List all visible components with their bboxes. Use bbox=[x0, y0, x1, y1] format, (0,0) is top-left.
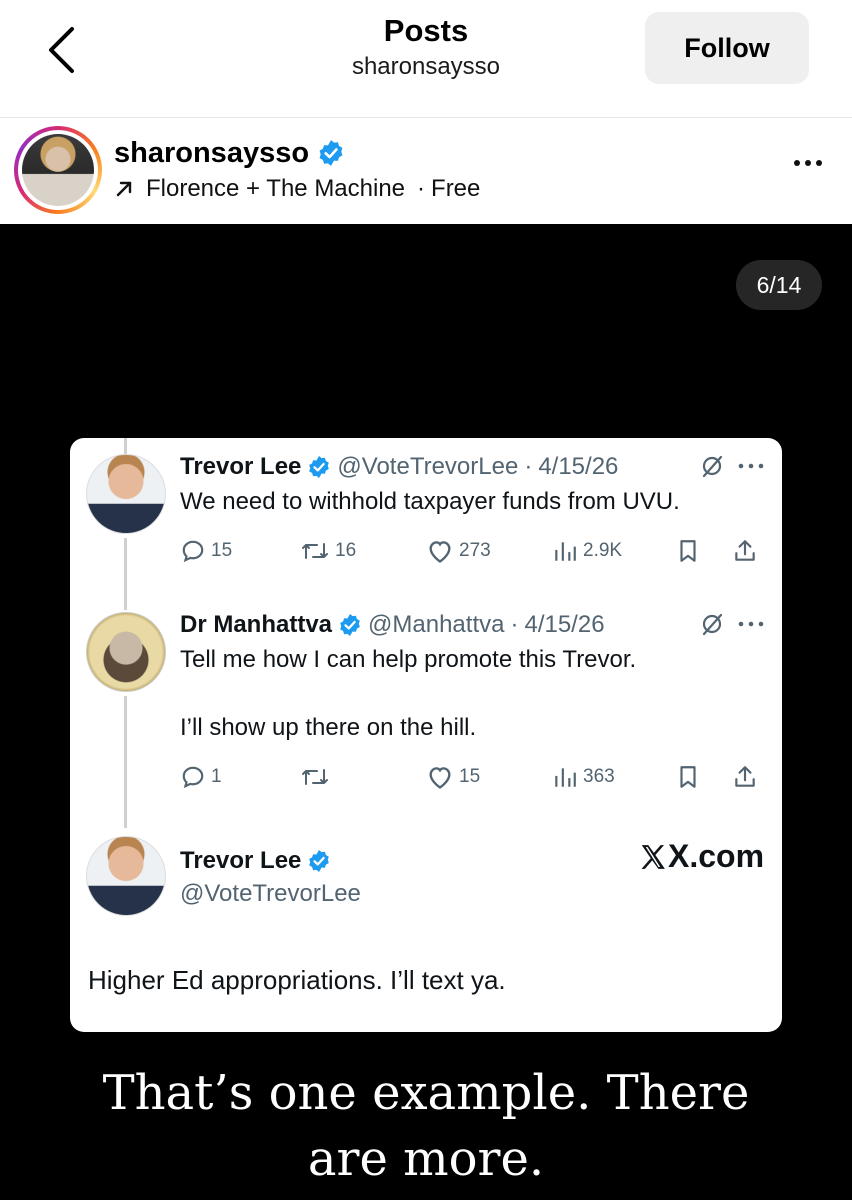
post-media[interactable]: 6/14 Trevor Lee @VoteTrevorLee · 4/15/26… bbox=[0, 224, 852, 1200]
tweet-screenshot-card: Trevor Lee @VoteTrevorLee · 4/15/26 We n… bbox=[70, 438, 782, 1032]
tweet-text: Higher Ed appropriations. I’ll text ya. bbox=[88, 965, 506, 995]
caption-line: That’s one example. There bbox=[102, 1065, 750, 1121]
reply-action[interactable]: 15 bbox=[180, 536, 232, 566]
views-count: 2.9K bbox=[583, 540, 623, 561]
bookmark-action[interactable] bbox=[676, 762, 700, 792]
like-action[interactable]: 273 bbox=[426, 536, 491, 566]
tweet-header-icons bbox=[700, 454, 764, 478]
reply-icon bbox=[182, 766, 204, 789]
tweet-header: Trevor Lee bbox=[180, 846, 331, 876]
share-icon bbox=[735, 540, 755, 561]
tweet-dot: · bbox=[524, 453, 533, 480]
views-chart-icon bbox=[555, 768, 576, 787]
bookmark-icon bbox=[680, 540, 696, 562]
thread-line bbox=[124, 538, 127, 610]
dot-icon bbox=[805, 160, 811, 166]
x-logo: X.com bbox=[638, 838, 764, 875]
like-action[interactable]: 15 bbox=[426, 762, 480, 792]
tweet-actions: 15 16 273 2.9K bbox=[180, 536, 770, 566]
repost-icon bbox=[302, 769, 328, 785]
tweet-dot: · bbox=[510, 611, 519, 638]
tweet-actions: 1 15 363 bbox=[180, 762, 770, 792]
heart-icon bbox=[429, 767, 451, 789]
tweet-text: Tell me how I can help promote this Trev… bbox=[180, 646, 637, 673]
views-action[interactable]: 2.9K bbox=[552, 536, 622, 566]
tweet-text: We need to withhold taxpayer funds from … bbox=[180, 488, 680, 515]
tweet-header: Trevor Lee @VoteTrevorLee · 4/15/26 bbox=[180, 452, 618, 482]
tweet-avatar bbox=[86, 836, 166, 916]
slide-counter: 6/14 bbox=[736, 260, 822, 310]
author-username[interactable]: sharonsaysso bbox=[114, 136, 309, 170]
verified-badge-icon bbox=[340, 614, 360, 636]
audio-tag: Free bbox=[431, 175, 481, 202]
tweet-date: 4/15/26 bbox=[538, 453, 619, 480]
post-author-row: sharonsaysso Florence + The Machine · Fr… bbox=[0, 118, 852, 224]
source-label: X.com bbox=[668, 838, 765, 874]
more-horizontal-icon bbox=[738, 463, 764, 469]
follow-button[interactable]: Follow bbox=[645, 12, 809, 84]
avatar-image bbox=[22, 134, 94, 206]
tweet-author-name: Trevor Lee bbox=[180, 847, 302, 874]
dot-icon bbox=[816, 160, 822, 166]
tweet-avatar bbox=[86, 454, 166, 534]
post-caption-overlay: That’s one example. There are more. bbox=[60, 1060, 792, 1192]
more-options-button[interactable] bbox=[786, 148, 830, 178]
author-name-row: sharonsaysso bbox=[114, 136, 345, 170]
like-count: 273 bbox=[459, 540, 491, 561]
tweet-handle: @VoteTrevorLee bbox=[180, 880, 361, 907]
repost-icon bbox=[302, 543, 328, 559]
audio-separator: · bbox=[417, 175, 426, 202]
reply-count: 15 bbox=[211, 540, 233, 561]
views-action[interactable]: 363 bbox=[552, 762, 615, 792]
caption-line: are more. bbox=[307, 1131, 545, 1187]
more-horizontal-icon bbox=[738, 621, 764, 627]
like-count: 15 bbox=[459, 766, 481, 787]
arrow-up-right-icon bbox=[116, 181, 132, 197]
thread-line bbox=[124, 696, 127, 828]
bookmark-icon bbox=[680, 766, 696, 788]
reply-action[interactable]: 1 bbox=[180, 762, 222, 792]
repost-action[interactable] bbox=[300, 762, 330, 792]
tweet-header-icons bbox=[700, 612, 764, 636]
audio-row[interactable]: Florence + The Machine · Free bbox=[114, 174, 480, 204]
reply-icon bbox=[182, 540, 204, 563]
share-action[interactable] bbox=[732, 536, 758, 566]
verified-badge-icon bbox=[309, 850, 330, 872]
share-action[interactable] bbox=[732, 762, 758, 792]
tweet-avatar bbox=[86, 612, 166, 692]
tweet-author-name: Trevor Lee bbox=[180, 453, 302, 480]
share-icon bbox=[735, 766, 755, 787]
tweet-author-name: Dr Manhattva bbox=[180, 611, 333, 638]
verified-badge-icon bbox=[319, 140, 343, 166]
audio-track: Florence + The Machine bbox=[146, 175, 406, 202]
dot-icon bbox=[794, 160, 800, 166]
heart-icon bbox=[429, 541, 451, 563]
grok-icon bbox=[702, 455, 723, 478]
top-bar: Posts sharonsaysso Follow bbox=[0, 0, 852, 118]
tweet-handle: @VoteTrevorLee bbox=[337, 453, 519, 480]
verified-badge-icon bbox=[309, 456, 330, 478]
repost-action[interactable]: 16 bbox=[300, 536, 356, 566]
repost-count: 16 bbox=[335, 540, 357, 561]
tweet-date: 4/15/26 bbox=[524, 611, 605, 638]
avatar[interactable] bbox=[14, 126, 102, 214]
views-chart-icon bbox=[555, 542, 576, 561]
tweet-header: Dr Manhattva @Manhattva · 4/15/26 bbox=[180, 610, 605, 640]
tweet-text: I’ll show up there on the hill. bbox=[180, 714, 477, 741]
tweet-handle: @Manhattva bbox=[368, 611, 505, 638]
reply-count: 1 bbox=[211, 766, 222, 787]
views-count: 363 bbox=[583, 766, 615, 787]
avatar-border bbox=[18, 130, 98, 210]
grok-icon bbox=[702, 613, 723, 636]
bookmark-action[interactable] bbox=[676, 536, 700, 566]
